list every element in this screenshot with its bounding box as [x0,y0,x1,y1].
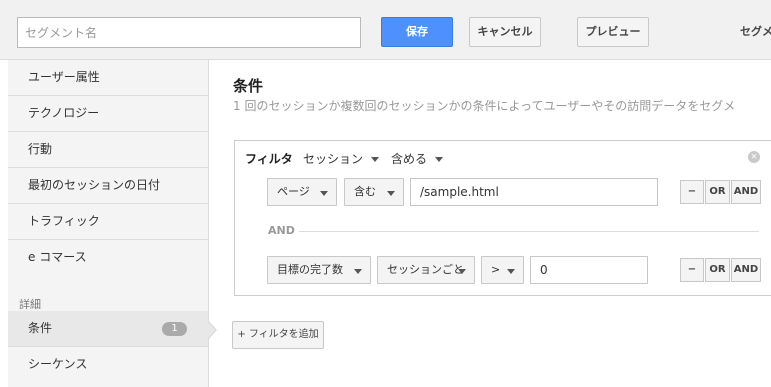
save-button[interactable]: 保存 [381,17,453,47]
sidebar: ユーザー属性 テクノロジー 行動 最初のセッションの日付 トラフィック e コマ… [8,60,209,387]
sidebar-item-label: テクノロジー [28,106,100,120]
operator-select[interactable]: 含む [344,178,404,206]
sidebar-item-traffic[interactable]: トラフィック [8,204,208,240]
add-filter-button[interactable]: + フィルタを追加 [232,321,324,349]
chevron-down-icon [371,157,380,162]
scope-dropdown[interactable]: セッション [303,150,380,167]
sidebar-item-ecommerce[interactable]: e コマース [8,240,208,276]
sidebar-item-label: トラフィック [28,214,100,228]
chevron-down-icon [507,269,515,274]
include-dropdown[interactable]: 含める [391,150,444,167]
sidebar-item-label: 行動 [28,142,53,156]
close-icon[interactable]: × [748,151,760,163]
chevron-down-icon [458,269,466,274]
sidebar-item-label: 条件 [28,321,53,335]
sidebar-item-technology[interactable]: テクノロジー [8,96,208,132]
and-button[interactable]: AND [731,180,761,204]
page-title: 条件 [233,77,264,95]
remove-condition-button[interactable]: − [680,180,704,204]
or-button[interactable]: OR [705,180,730,204]
sidebar-item-label: 最初のセッションの日付 [28,178,161,192]
chevron-down-icon [435,157,444,162]
sidebar-item-behavior[interactable]: 行動 [8,132,208,168]
sidebar-section-advanced: 詳細 [19,298,41,311]
per-session-select[interactable]: セッションごと [377,256,475,284]
filter-label: フィルタ [245,152,293,166]
active-pointer-inner [207,321,215,339]
metric-select[interactable]: 目標の完了数 [267,256,371,284]
preview-button[interactable]: プレビュー [577,17,649,47]
chevron-down-icon [320,191,328,196]
and-divider [299,231,759,232]
chevron-down-icon [387,191,395,196]
value-input[interactable]: 0 [530,256,648,284]
sidebar-item-sequences[interactable]: シーケンス [8,347,208,383]
chevron-down-icon [354,269,362,274]
and-button[interactable]: AND [731,258,761,282]
sidebar-item-conditions[interactable]: 条件 1 [8,311,208,347]
page-description: 1 回のセッションか複数回のセッションかの条件によってユーザーやその訪問データを… [233,99,736,113]
sidebar-item-label: シーケンス [28,357,88,371]
or-button[interactable]: OR [705,258,730,282]
filter-header: フィルタ セッション 含める × [235,141,771,174]
segment-menu-label[interactable]: セグメ [740,23,771,39]
and-separator: AND [268,224,295,237]
count-badge: 1 [162,322,187,336]
cancel-button[interactable]: キャンセル [469,17,541,47]
sidebar-item-label: e コマース [28,250,87,264]
sidebar-item-demographics[interactable]: ユーザー属性 [8,60,208,96]
remove-condition-button[interactable]: − [680,258,704,282]
dimension-select[interactable]: ページ [267,178,337,206]
segment-name-input[interactable] [17,17,361,48]
sidebar-item-first-session-date[interactable]: 最初のセッションの日付 [8,168,208,204]
sidebar-item-label: ユーザー属性 [28,70,100,84]
top-bar: 保存 キャンセル プレビュー セグメ [0,0,771,60]
comparison-select[interactable]: > [481,256,524,284]
filter-box: フィルタ セッション 含める × ページ 含む /sample.html − O… [234,140,771,296]
value-input[interactable]: /sample.html [410,178,658,206]
